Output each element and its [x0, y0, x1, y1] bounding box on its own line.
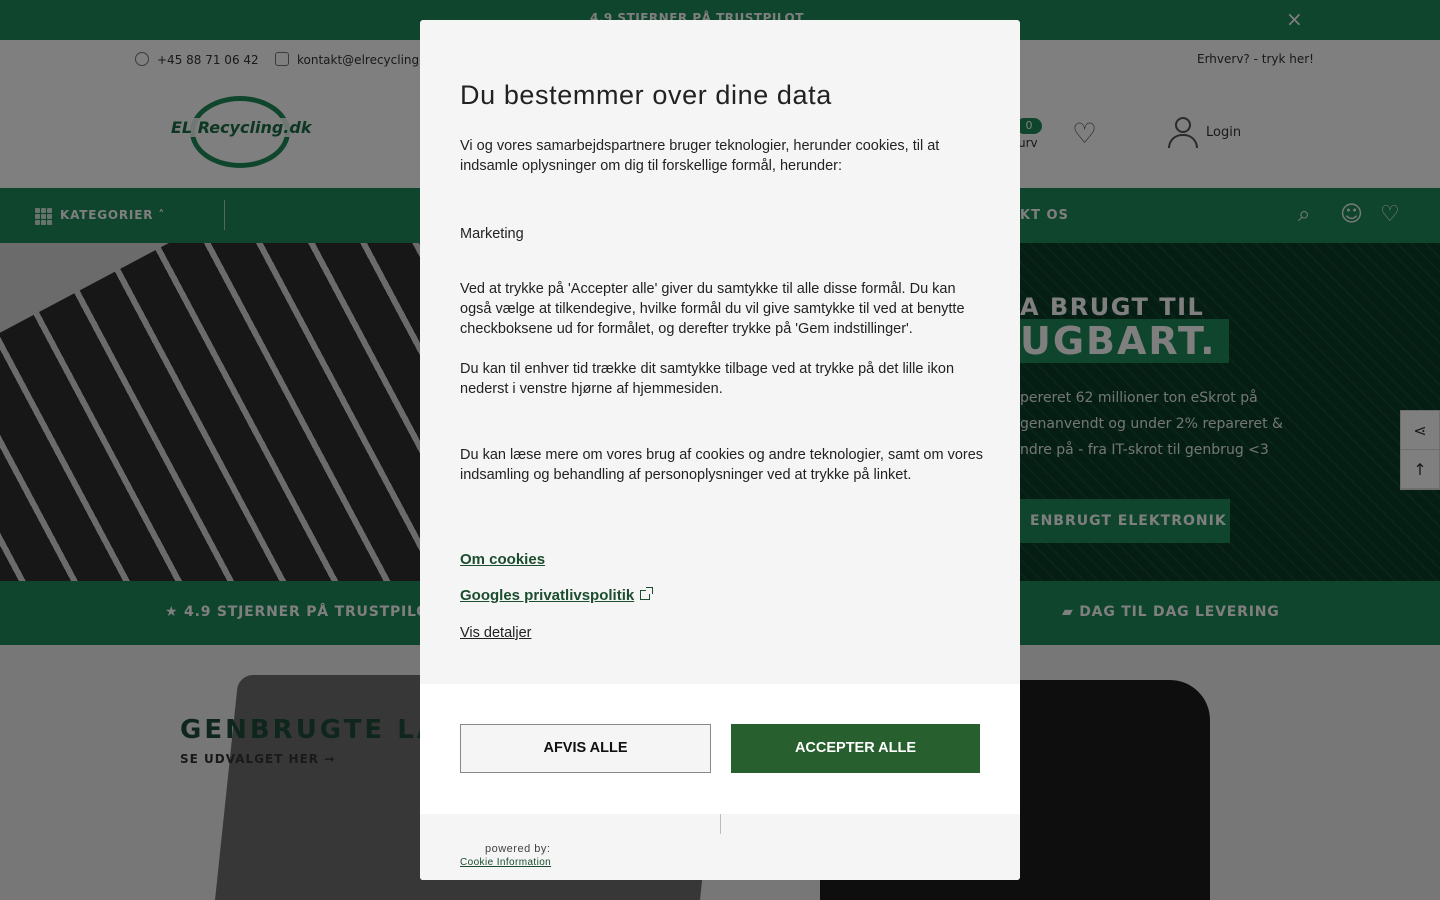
consent-intro: Vi og vores samarbejdspartnere bruger te… — [460, 138, 940, 174]
about-cookies-link[interactable]: Om cookies — [460, 551, 545, 568]
accept-all-button[interactable]: ACCEPTER ALLE — [731, 724, 980, 773]
cookie-consent-dialog: Du bestemmer over dine data Vi og vores … — [420, 20, 1020, 880]
external-link-icon — [640, 587, 654, 600]
cookie-information-link[interactable]: Cookie Information — [460, 857, 551, 868]
show-details-link[interactable]: Vis detaljer — [460, 625, 531, 641]
powered-by-label: powered by: — [485, 843, 551, 855]
consent-title: Du bestemmer over dine data — [460, 80, 832, 110]
consent-actions: AFVIS ALLE ACCEPTER ALLE — [420, 684, 1020, 814]
consent-purpose: Marketing — [460, 226, 524, 242]
consent-more-info: Du kan læse mere om vores brug af cookie… — [460, 447, 984, 483]
reject-all-button[interactable]: AFVIS ALLE — [460, 724, 711, 773]
consent-explain-1: Ved at trykke på 'Accepter alle' giver d… — [460, 281, 965, 337]
google-privacy-label: Googles privatlivspolitik — [460, 587, 635, 604]
consent-explain-2: Du kan til enhver tid trække dit samtykk… — [460, 361, 955, 397]
footer-separator — [720, 814, 721, 834]
consent-footer: powered by: Cookie Information — [420, 814, 1020, 880]
google-privacy-link[interactable]: Googles privatlivspolitik — [460, 587, 654, 604]
